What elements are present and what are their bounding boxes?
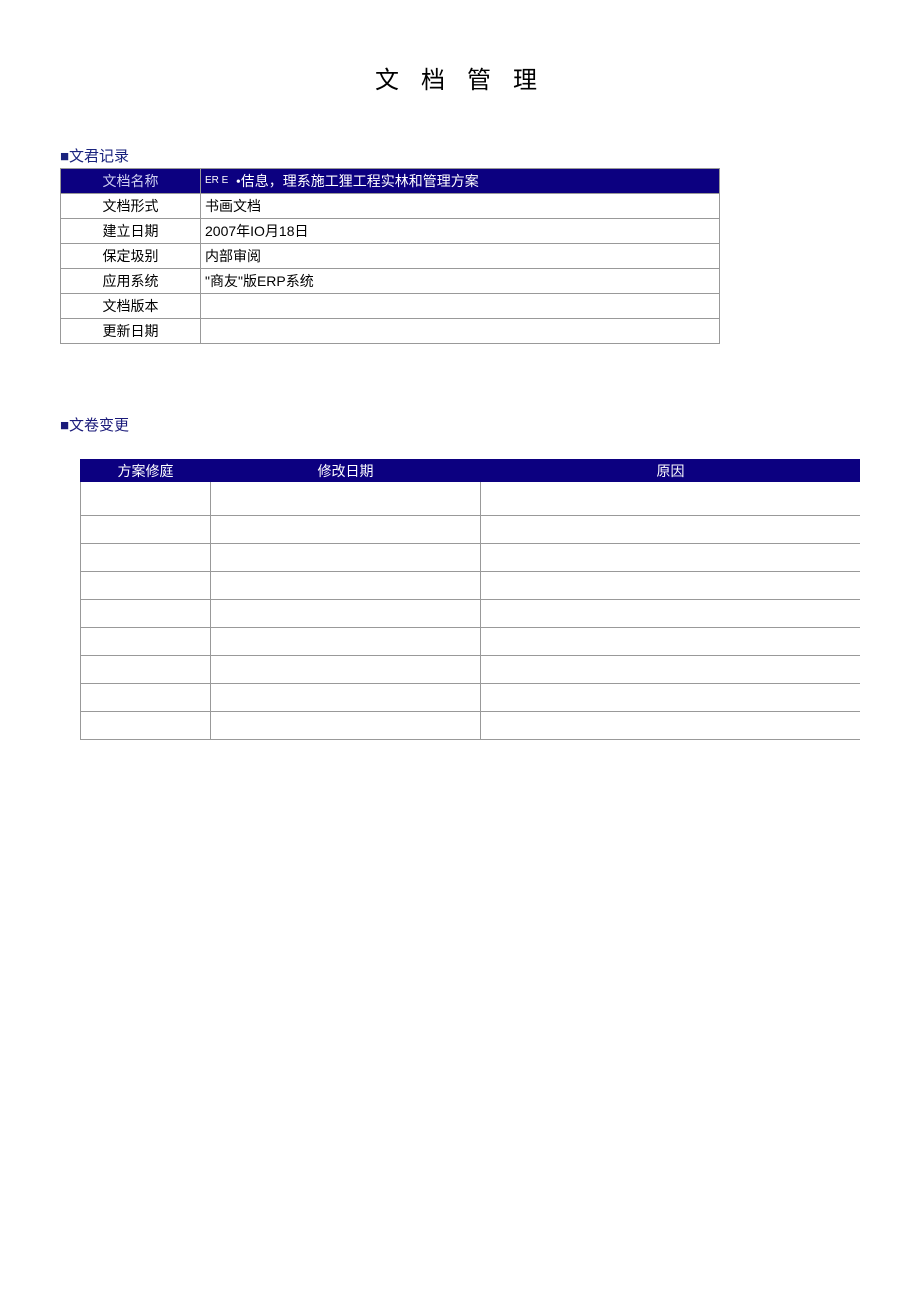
change-cell bbox=[211, 656, 481, 684]
record-header-left: 文档名称 bbox=[61, 169, 201, 194]
change-cell bbox=[81, 712, 211, 740]
record-row-label: 保定圾别 bbox=[61, 244, 201, 269]
table-row: 文档形式书画文档 bbox=[61, 194, 720, 219]
change-header-col2: 修改日期 bbox=[211, 460, 481, 482]
change-header-row: 方案修庭 修改日期 原因 bbox=[81, 460, 861, 482]
table-row bbox=[81, 544, 861, 572]
change-cell bbox=[481, 544, 861, 572]
change-cell bbox=[211, 600, 481, 628]
table-row: 建立日期2007年IO月18日 bbox=[61, 219, 720, 244]
change-cell bbox=[481, 712, 861, 740]
table-row bbox=[81, 656, 861, 684]
change-cell bbox=[211, 684, 481, 712]
change-cell bbox=[81, 544, 211, 572]
record-header-right-text: •佶息，理系施工狸工程实林和管理方案 bbox=[236, 175, 479, 190]
record-row-value: "商友"版ERP系统 bbox=[201, 269, 720, 294]
change-cell bbox=[211, 482, 481, 516]
change-cell bbox=[481, 516, 861, 544]
change-cell bbox=[81, 482, 211, 516]
record-row-label: 文档形式 bbox=[61, 194, 201, 219]
table-row: 文档版本 bbox=[61, 294, 720, 319]
change-cell bbox=[211, 712, 481, 740]
record-header-row: 文档名称 ER E •佶息，理系施工狸工程实林和管理方案 bbox=[61, 169, 720, 194]
record-row-value: 2007年IO月18日 bbox=[201, 219, 720, 244]
table-row: 更新日期 bbox=[61, 319, 720, 344]
record-row-value bbox=[201, 294, 720, 319]
change-cell bbox=[81, 656, 211, 684]
er-prefix-text: ER E bbox=[205, 176, 228, 186]
change-header-col3: 原因 bbox=[481, 460, 861, 482]
record-header-right: ER E •佶息，理系施工狸工程实林和管理方案 bbox=[201, 169, 720, 194]
change-cell bbox=[211, 544, 481, 572]
change-cell bbox=[481, 600, 861, 628]
section-change-label: ■文卷变更 bbox=[60, 414, 860, 435]
change-cell bbox=[481, 572, 861, 600]
table-row bbox=[81, 684, 861, 712]
table-row: 应用系统"商友"版ERP系统 bbox=[61, 269, 720, 294]
change-cell bbox=[81, 684, 211, 712]
record-row-value: 内部审阅 bbox=[201, 244, 720, 269]
record-row-value: 书画文档 bbox=[201, 194, 720, 219]
change-cell bbox=[481, 628, 861, 656]
table-row bbox=[81, 516, 861, 544]
change-cell bbox=[81, 600, 211, 628]
change-cell bbox=[211, 516, 481, 544]
change-cell bbox=[81, 572, 211, 600]
change-cell bbox=[211, 628, 481, 656]
table-row bbox=[81, 712, 861, 740]
table-row bbox=[81, 482, 861, 516]
change-table: 方案修庭 修改日期 原因 bbox=[80, 459, 860, 740]
record-row-label: 更新日期 bbox=[61, 319, 201, 344]
change-cell bbox=[211, 572, 481, 600]
table-row bbox=[81, 628, 861, 656]
change-header-col1: 方案修庭 bbox=[81, 460, 211, 482]
table-row: 保定圾别内部审阅 bbox=[61, 244, 720, 269]
section-record-label: ■文君记录 bbox=[60, 145, 860, 166]
change-cell bbox=[81, 628, 211, 656]
record-row-label: 建立日期 bbox=[61, 219, 201, 244]
record-row-label: 文档版本 bbox=[61, 294, 201, 319]
table-row bbox=[81, 572, 861, 600]
page-title: 文 档 管 理 bbox=[60, 60, 860, 95]
change-cell bbox=[481, 656, 861, 684]
record-row-label: 应用系统 bbox=[61, 269, 201, 294]
record-table: 文档名称 ER E •佶息，理系施工狸工程实林和管理方案 文档形式书画文档建立日… bbox=[60, 168, 720, 344]
change-cell bbox=[481, 482, 861, 516]
table-row bbox=[81, 600, 861, 628]
change-cell bbox=[81, 516, 211, 544]
change-cell bbox=[481, 684, 861, 712]
record-row-value bbox=[201, 319, 720, 344]
